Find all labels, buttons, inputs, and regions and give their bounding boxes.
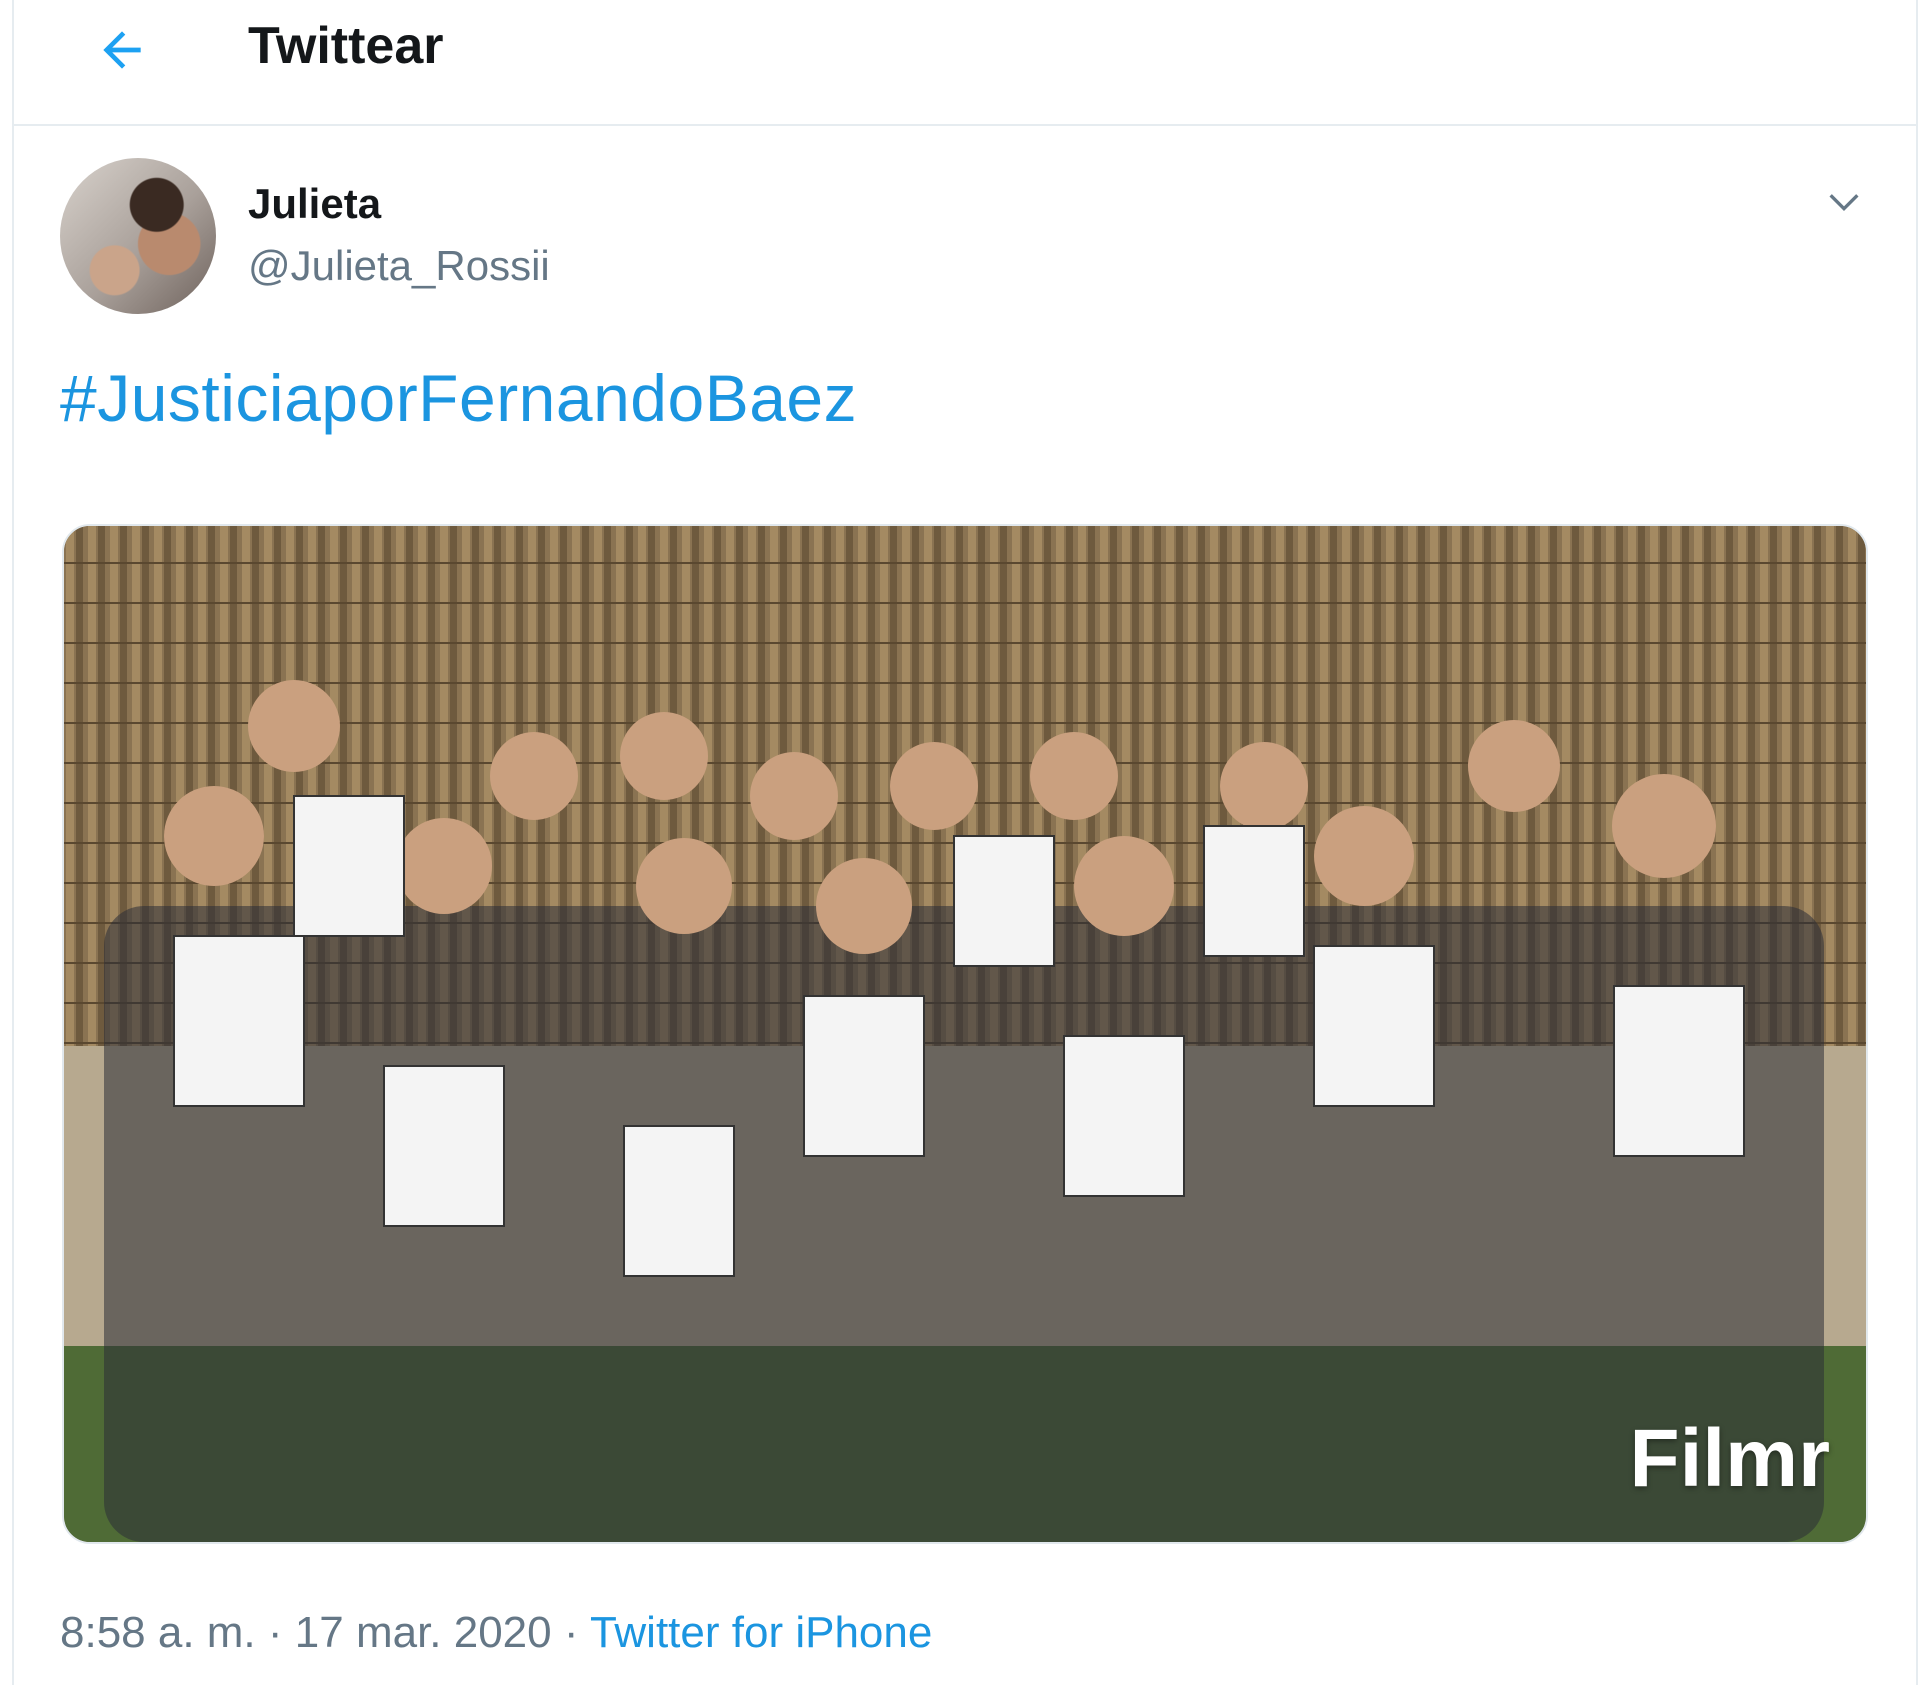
tweet-menu-button[interactable] — [1816, 174, 1872, 230]
page-title: Twittear — [248, 17, 444, 75]
hashtag-link[interactable]: #JusticiaporFernandoBaez — [60, 360, 857, 436]
author-handle[interactable]: @Julieta_Rossii — [248, 242, 550, 290]
tweet-source-link[interactable]: Twitter for iPhone — [590, 1608, 932, 1657]
tweet-time[interactable]: 8:58 a. m. — [60, 1608, 256, 1657]
back-button[interactable] — [86, 14, 158, 86]
tweet-date[interactable]: 17 mar. 2020 — [295, 1608, 552, 1657]
avatar[interactable] — [60, 158, 216, 314]
page-header: Twittear — [14, 0, 1916, 126]
video-frame — [64, 526, 1866, 1542]
meta-separator: · — [255, 1608, 295, 1657]
meta-separator: · — [551, 1608, 590, 1657]
video-watermark: Filmr — [1629, 1413, 1830, 1504]
back-arrow-icon — [103, 31, 141, 69]
tweet-video[interactable]: Filmr — [62, 524, 1868, 1544]
chevron-down-icon — [1829, 194, 1859, 212]
author-display-name[interactable]: Julieta — [248, 180, 381, 228]
tweet-meta: 8:58 a. m. · 17 mar. 2020 · Twitter for … — [60, 1608, 932, 1658]
